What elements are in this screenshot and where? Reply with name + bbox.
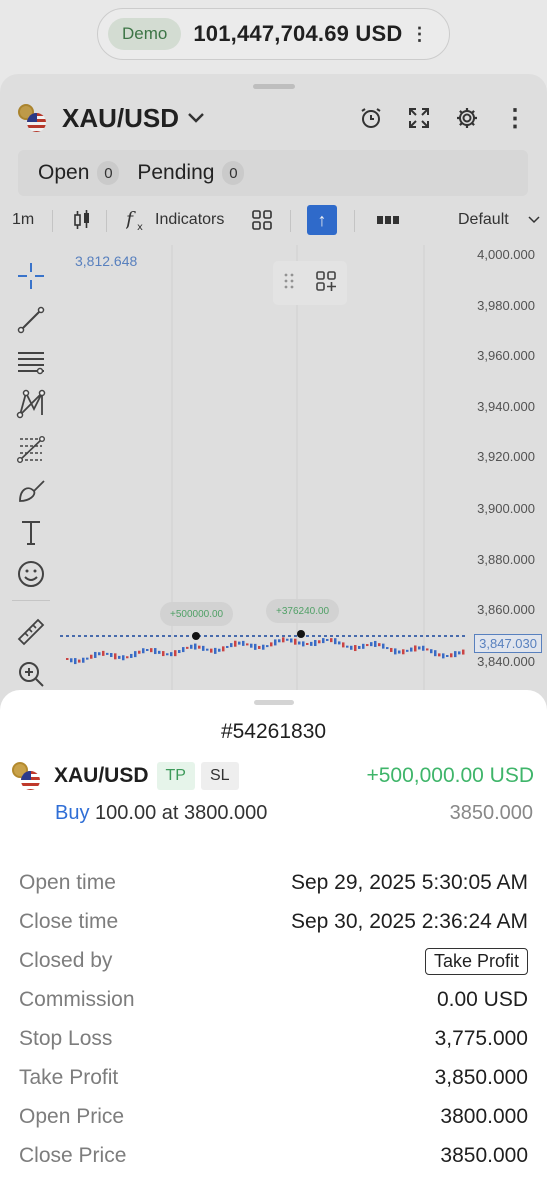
detail-label: Close time	[19, 910, 119, 933]
current-price: 3850.000	[449, 802, 533, 824]
detail-value: 3800.000	[440, 1105, 528, 1128]
detail-label: Stop Loss	[19, 1027, 113, 1050]
detail-row-stop-loss: Stop Loss 3,775.000	[19, 1024, 528, 1054]
detail-value: 3850.000	[440, 1144, 528, 1167]
detail-label: Open Price	[19, 1105, 125, 1128]
detail-row-closed-by: Closed by Take Profit	[19, 946, 528, 976]
trade-side: Buy	[55, 802, 90, 824]
closed-by-badge: Take Profit	[424, 947, 528, 975]
detail-row-close-time: Close time Sep 30, 2025 2:36:24 AM	[19, 907, 528, 937]
detail-label: Close Price	[19, 1144, 127, 1167]
detail-row-take-profit: Take Profit 3,850.000	[19, 1063, 528, 1093]
detail-value: Sep 29, 2025 5:30:05 AM	[290, 871, 528, 894]
trade-summary: Buy 100.00 at 3800.000 3850.000	[55, 802, 533, 828]
position-summary: XAU/USD TP SL +500,000.00 USD	[12, 760, 534, 792]
detail-label: Closed by	[19, 949, 113, 972]
sheet-grabber[interactable]	[254, 700, 294, 705]
detail-value: 0.00 USD	[436, 988, 528, 1011]
order-details-sheet: #54261830 XAU/USD TP SL +500,000.00 USD …	[0, 690, 547, 1200]
trade-volume: 100.00 at 3800.000	[95, 802, 268, 824]
position-symbol: XAU/USD	[54, 764, 149, 787]
detail-row-open-time: Open time Sep 29, 2025 5:30:05 AM	[19, 868, 528, 898]
detail-value: 3,775.000	[434, 1027, 528, 1050]
stop-loss-badge: SL	[200, 762, 239, 790]
detail-value: 3,850.000	[434, 1066, 528, 1089]
detail-row-open-price: Open Price 3800.000	[19, 1102, 528, 1132]
position-profit: +500,000.00 USD	[366, 764, 534, 787]
detail-label: Take Profit	[19, 1066, 119, 1089]
detail-row-close-price: Close Price 3850.000	[19, 1141, 528, 1171]
detail-value: Sep 30, 2025 2:36:24 AM	[290, 910, 528, 933]
detail-label: Commission	[19, 988, 135, 1011]
xau-usd-flag-icon	[12, 762, 42, 790]
detail-label: Open time	[19, 871, 116, 894]
detail-row-commission: Commission 0.00 USD	[19, 985, 528, 1015]
order-id: #54261830	[220, 720, 327, 743]
take-profit-badge: TP	[156, 762, 195, 790]
